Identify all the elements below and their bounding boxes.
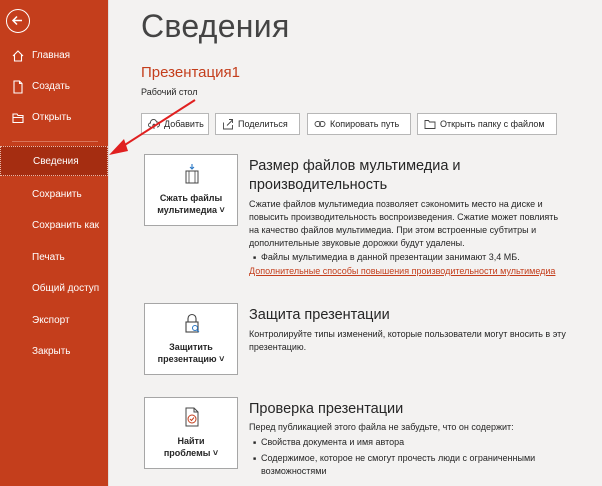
page-title: Сведения [141,8,290,44]
document-location: Рабочий стол [141,87,198,97]
inspect-document-icon [185,407,199,427]
back-button[interactable] [6,9,30,33]
sidebar-item-home[interactable]: Главная [0,41,108,71]
document-name: Презентация1 [141,64,240,81]
media-section-description: Сжатие файлов мультимедиа позволяет сэко… [249,199,559,248]
protect-section-description: Контролируйте типы изменений, которые по… [249,329,566,352]
sidebar-divider [12,141,98,142]
sidebar-item-open[interactable]: Открыть [0,103,108,133]
sidebar-item-label: Экспорт [32,315,70,326]
sidebar-item-save[interactable]: Сохранить [0,180,108,210]
check-for-issues-label: Найти проблемы ˅ [163,436,219,458]
add-location-button[interactable]: Добавить [141,113,209,135]
link-icon [314,121,326,127]
media-performance-link[interactable]: Дополнительные способы повышения произво… [249,266,555,276]
share-button[interactable]: Поделиться [215,113,300,135]
sidebar-item-close[interactable]: Закрыть [0,337,108,367]
protect-presentation-button[interactable]: Защитить презентацию ˅ [144,303,238,375]
sidebar-item-label: Печать [32,252,65,263]
new-file-icon [13,80,23,94]
sidebar-item-info[interactable]: Сведения [0,146,108,176]
copy-path-label: Копировать путь [330,119,400,129]
share-icon [223,119,233,130]
media-size-bullet: Файлы мультимедиа в данной презентации з… [253,251,520,265]
add-location-label: Добавить [164,119,204,129]
compress-media-icon [185,164,199,184]
compress-media-button[interactable]: Сжать файлы мультимедиа ˅ [144,154,238,226]
folder-icon [424,120,436,129]
protect-presentation-label: Защитить презентацию ˅ [157,342,225,364]
protect-section-title: Защита презентации [249,307,390,323]
sidebar-item-label: Создать [32,81,71,92]
sidebar-item-label: Общий доступ [32,283,100,294]
check-for-issues-button[interactable]: Найти проблемы ˅ [144,397,238,469]
open-file-location-label: Открыть папку с файлом [440,119,545,129]
sidebar-item-save-as[interactable]: Сохранить как [0,211,108,241]
sidebar-item-label: Сведения [33,156,79,167]
sidebar-item-label: Сохранить как [32,220,100,231]
open-file-location-button[interactable]: Открыть папку с файлом [417,113,557,135]
sidebar-item-export[interactable]: Экспорт [0,306,108,336]
lock-icon [185,313,200,333]
inspect-bullet: Свойства документа и имя автора [253,436,404,450]
cloud-upload-icon [148,119,160,129]
inspect-section-description: Перед публикацией этого файла не забудьт… [249,422,514,432]
open-folder-icon [12,113,24,124]
home-icon [12,50,24,62]
backstage-sidebar: Главная Создать Открыть Сведения Сохрани… [0,0,108,486]
info-pane: Сведения Презентация1 Рабочий стол Добав… [108,0,602,486]
sidebar-item-label: Сохранить [32,189,82,200]
sidebar-item-print[interactable]: Печать [0,243,108,273]
sidebar-item-label: Открыть [32,112,72,123]
sidebar-item-new[interactable]: Создать [0,72,108,102]
inspect-section-title: Проверка презентации [249,401,404,417]
sidebar-item-share[interactable]: Общий доступ [0,274,108,304]
share-label: Поделиться [238,119,288,129]
compress-media-label: Сжать файлы мультимедиа ˅ [157,193,225,215]
copy-path-button[interactable]: Копировать путь [307,113,411,135]
inspect-bullet: Содержимое, которое не смогут прочесть л… [253,452,535,478]
back-arrow-icon [11,15,22,26]
media-section-title: Размер файлов мультимедиа и производител… [249,158,461,193]
sidebar-item-label: Закрыть [32,346,71,357]
sidebar-item-label: Главная [32,50,71,61]
